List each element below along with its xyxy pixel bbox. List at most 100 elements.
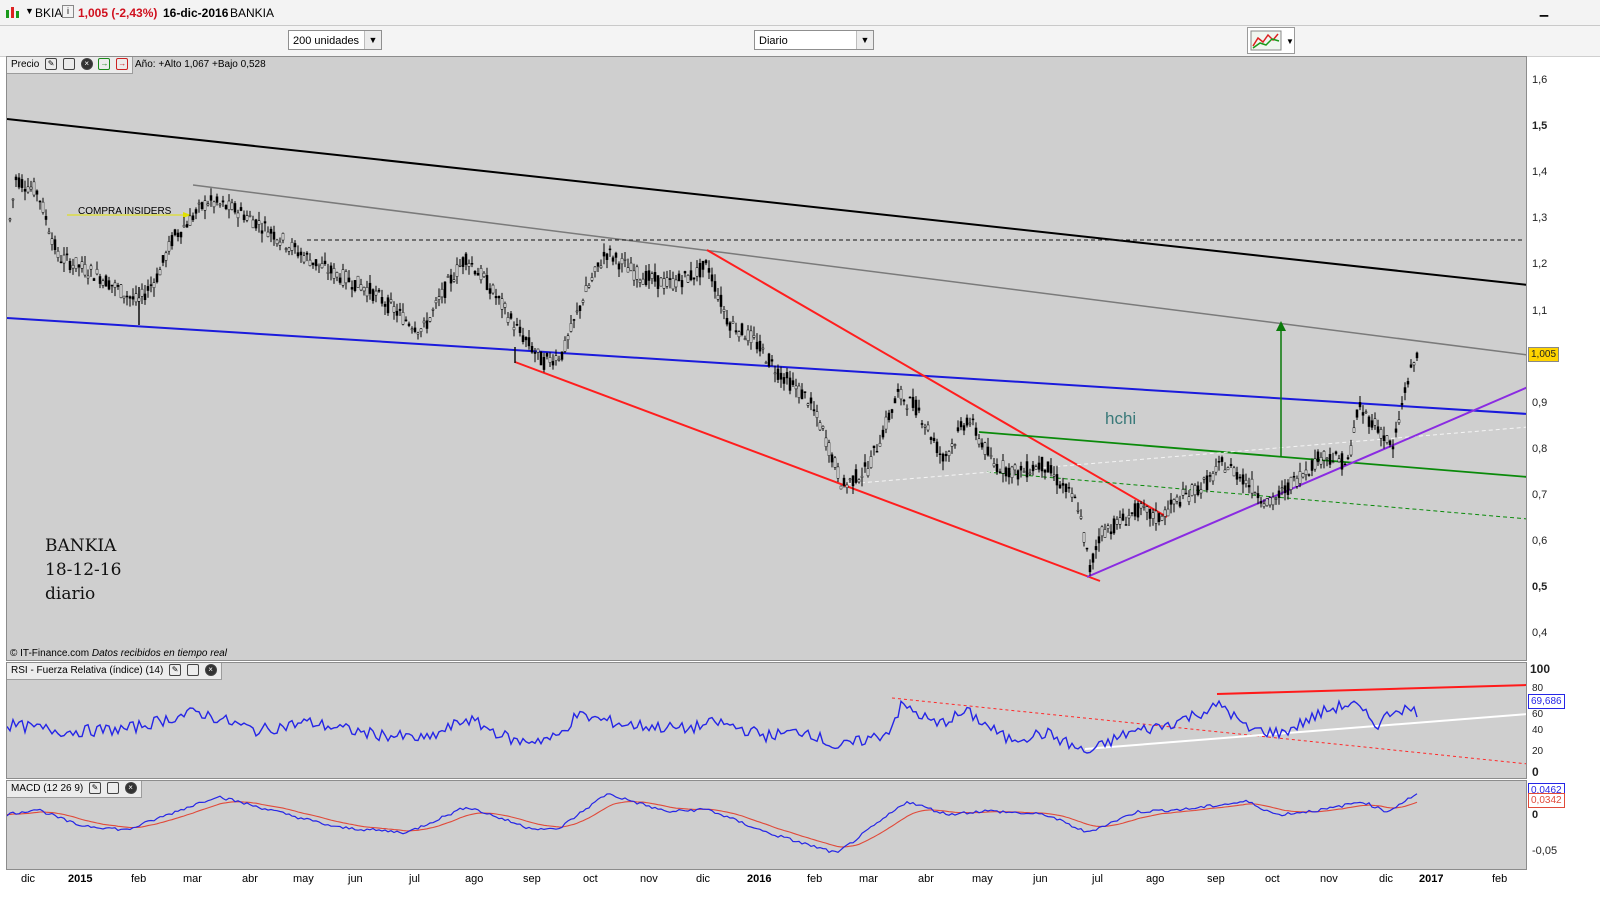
price-candle-body: [350, 287, 354, 290]
price-candle-body: [995, 464, 999, 472]
close-icon[interactable]: ×: [204, 664, 217, 677]
price-candle-body: [1019, 465, 1023, 471]
minimize-icon[interactable]: ▁: [1536, 4, 1552, 18]
x-tick: ago: [1146, 873, 1165, 885]
price-candle-body: [653, 272, 657, 282]
price-pane-label: Precio: [11, 59, 40, 70]
window-icon[interactable]: [106, 782, 119, 795]
price-candle-body: [38, 200, 42, 203]
price-candle-body: [1103, 529, 1107, 538]
price-candle-body: [1292, 475, 1296, 478]
price-candle-body: [1403, 387, 1407, 393]
price-candle-body: [1259, 501, 1263, 504]
price-candle-body: [611, 257, 615, 262]
hchi-annotation: hchi: [1105, 409, 1137, 428]
window-icon[interactable]: [186, 664, 199, 677]
price-chart-pane[interactable]: Precio ✎ × → → Año: +Alto 1,067 +Bajo 0,…: [6, 56, 1527, 661]
period-select[interactable]: Diario ▼: [754, 30, 874, 50]
price-candle-body: [293, 243, 297, 248]
wrench-icon[interactable]: ✎: [89, 782, 102, 795]
y-tick: 60: [1532, 709, 1544, 720]
dropdown-icon[interactable]: ▼: [25, 6, 34, 16]
price-candle-body: [1169, 499, 1173, 505]
insiders-annotation: COMPRA INSIDERS: [78, 206, 172, 217]
price-candle-body: [365, 287, 369, 297]
remove-icon[interactable]: →: [116, 58, 129, 71]
price-candle-body: [980, 442, 984, 448]
price-candle-body: [284, 248, 288, 250]
price-candle-body: [848, 478, 852, 481]
info-icon[interactable]: i: [62, 5, 74, 18]
y-tick: 1,3: [1532, 212, 1548, 224]
price-candle-body: [1160, 515, 1164, 521]
x-tick: abr: [242, 873, 258, 885]
x-tick: feb: [807, 873, 823, 885]
rsi-pane[interactable]: RSI - Fuerza Relativa (índice) (14) ✎ ×: [6, 662, 1527, 779]
price-candle-body: [317, 263, 321, 267]
price-candle-body: [419, 328, 423, 332]
price-candle-body: [839, 485, 843, 490]
y-tick: 1,6: [1532, 74, 1548, 86]
price-candle-body: [404, 319, 408, 322]
price-candle-body: [332, 268, 336, 279]
wrench-icon[interactable]: ✎: [169, 664, 182, 677]
wrench-icon[interactable]: ✎: [45, 58, 58, 71]
price-candle-body: [875, 450, 879, 453]
price-candle-body: [203, 200, 207, 211]
chart-type-button[interactable]: ▼: [1247, 27, 1295, 54]
price-candle-body: [20, 179, 24, 188]
price-candle-body: [287, 247, 291, 252]
price-candle-body: [1367, 416, 1371, 427]
price-candle-body: [323, 260, 327, 265]
price-candle-body: [1241, 474, 1245, 485]
price-candle-body: [1301, 473, 1305, 478]
chevron-down-icon[interactable]: ▼: [364, 31, 381, 49]
price-candle-body: [638, 279, 642, 283]
chevron-down-icon[interactable]: ▼: [856, 31, 873, 49]
x-tick: 2017: [1419, 873, 1444, 885]
price-candle-body: [1061, 483, 1065, 486]
price-candle-body: [173, 229, 177, 236]
export-icon[interactable]: →: [98, 58, 111, 71]
price-candle-body: [770, 359, 774, 362]
price-candle-body: [506, 317, 510, 323]
price-candle-body: [557, 358, 561, 361]
price-candle-body: [722, 309, 726, 312]
window-icon[interactable]: [62, 58, 75, 71]
price-candle-body: [452, 279, 456, 282]
price-candle-body: [158, 269, 162, 276]
price-candle-body: [236, 212, 240, 219]
price-candle-body: [290, 242, 294, 251]
price-candle-body: [1163, 509, 1167, 517]
price-candle-body: [689, 270, 693, 281]
rsi-pane-label: RSI - Fuerza Relativa (índice) (14): [11, 665, 164, 676]
units-select-value: 200 unidades: [293, 35, 360, 47]
units-select[interactable]: 200 unidades ▼: [288, 30, 382, 50]
price-candle-body: [1310, 460, 1314, 471]
price-candle-body: [521, 335, 525, 342]
price-candle-body: [974, 427, 978, 436]
macd-canvas[interactable]: [7, 781, 1527, 870]
price-candle-body: [1382, 435, 1386, 441]
price-candle-body: [1307, 474, 1311, 476]
rsi-canvas[interactable]: [7, 663, 1527, 779]
price-candle-body: [1097, 536, 1101, 544]
close-icon[interactable]: ×: [80, 58, 93, 71]
macd-pane[interactable]: MACD (12 26 9) ✎ ×: [6, 780, 1527, 870]
rsi-pane-header: RSI - Fuerza Relativa (índice) (14) ✎ ×: [7, 663, 222, 680]
price-candle-body: [608, 248, 612, 251]
price-candle-body: [578, 305, 582, 311]
price-candle-body: [476, 273, 480, 276]
price-candle-body: [32, 181, 36, 196]
price-candle-body: [644, 270, 648, 285]
price-chart-canvas[interactable]: [7, 57, 1527, 661]
y-tick: -0,05: [1532, 845, 1558, 857]
price-candle-body: [1001, 460, 1005, 474]
price-candle-body: [206, 203, 210, 206]
price-candle-body: [983, 442, 987, 455]
price-candle-body: [128, 296, 132, 299]
close-icon[interactable]: ×: [124, 782, 137, 795]
price-candle-body: [1358, 402, 1362, 408]
price-candle-body: [956, 427, 960, 432]
uptrend-line-purple: [1086, 386, 1526, 578]
